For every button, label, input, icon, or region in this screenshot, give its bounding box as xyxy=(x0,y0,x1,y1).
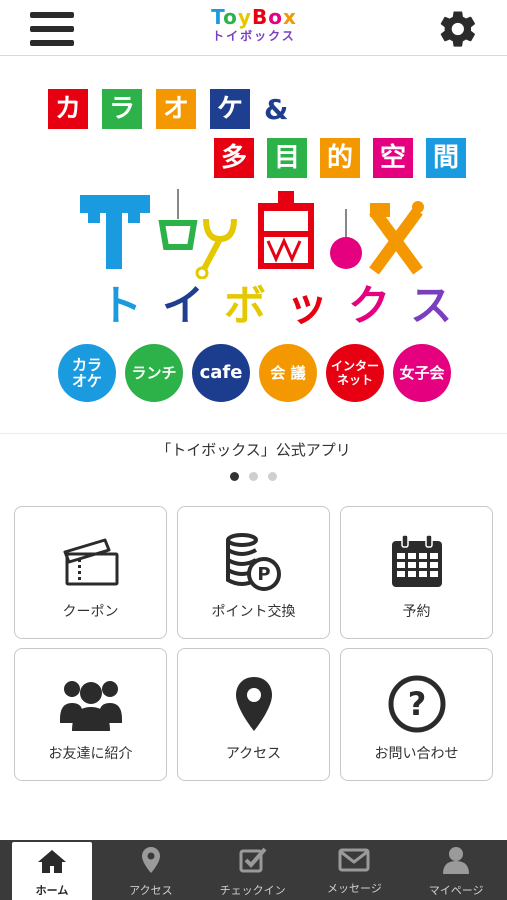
banner-kana-char: ト xyxy=(100,281,143,330)
feature-circle-lunch: ランチ xyxy=(125,344,183,402)
banner-kana-char: イ xyxy=(162,281,205,330)
feature-circle-label: cafe xyxy=(199,362,243,383)
hero-banner[interactable]: カ ラ オ ケ & 多 目 的 空 間 ト イ ボ ッ ク ス カラ オケ ラン… xyxy=(0,57,507,433)
feature-circle-girls: 女子会 xyxy=(393,344,451,402)
menu-grid: クーポン P ポイント交換 予約 お友達に紹介 アクセス ? お問い合わせ xyxy=(14,506,494,781)
svg-text:?: ? xyxy=(407,685,426,723)
banner-row-karaoke: カ ラ オ ケ & xyxy=(48,89,300,129)
menu-icon[interactable] xyxy=(30,12,74,46)
app-header: ToyBox トイボックス xyxy=(0,0,507,56)
menu-contact-label: お問い合わせ xyxy=(374,746,459,762)
svg-text:P: P xyxy=(257,564,270,585)
logo-letter: x xyxy=(282,5,297,29)
banner-kana: ト イ ボ ッ ク ス xyxy=(100,282,452,330)
banner-ampersand: & xyxy=(264,92,289,126)
banner-tile: 間 xyxy=(426,138,466,178)
menu-reservation-label: 予約 xyxy=(402,604,431,620)
menu-refer-friend-label: お友達に紹介 xyxy=(48,746,133,762)
banner-kana-char: ク xyxy=(348,281,391,330)
feature-circle-meeting: 会 議 xyxy=(259,344,317,402)
feature-circle-karaoke: カラ オケ xyxy=(58,344,116,402)
banner-feature-circles: カラ オケ ランチ cafe 会 議 インター ネット 女子会 xyxy=(58,344,451,402)
mail-icon xyxy=(338,848,370,872)
logo-letter: o xyxy=(268,5,283,29)
feature-circle-label: インター ネット xyxy=(330,359,379,387)
carousel-dot[interactable] xyxy=(230,472,239,481)
menu-coupon-label: クーポン xyxy=(62,604,119,620)
header-logo: ToyBox トイボックス xyxy=(202,6,306,50)
carousel-dot[interactable] xyxy=(249,472,258,481)
header-logo-kana: トイボックス xyxy=(212,29,296,43)
ticket-icon xyxy=(63,538,118,586)
feature-circle-label: 女子会 xyxy=(399,364,445,382)
feature-circle-label: 会 議 xyxy=(270,364,306,382)
map-pin-icon xyxy=(141,847,160,873)
tab-mypage[interactable]: マイページ xyxy=(405,840,507,900)
menu-reservation-button[interactable]: 予約 xyxy=(340,506,493,639)
tab-mypage-label: マイページ xyxy=(428,884,484,897)
feature-circle-label: ランチ xyxy=(131,364,177,382)
calendar-icon xyxy=(391,534,442,587)
toybox-logo xyxy=(80,189,424,279)
question-icon: ? xyxy=(388,675,445,733)
menu-access-button[interactable]: アクセス xyxy=(177,648,330,781)
banner-kana-char: ボ xyxy=(224,281,267,330)
feature-circle-cafe: cafe xyxy=(192,344,250,402)
map-pin-icon xyxy=(235,677,272,731)
tab-access-label: アクセス xyxy=(129,884,173,897)
banner-tile: ラ xyxy=(102,89,142,129)
banner-kana-char: ス xyxy=(410,281,453,330)
banner-caption-area: 「トイボックス」公式アプリ xyxy=(0,433,507,493)
menu-contact-button[interactable]: ? お問い合わせ xyxy=(340,648,493,781)
tab-home[interactable]: ホーム xyxy=(12,842,92,900)
banner-tile: 空 xyxy=(373,138,413,178)
person-icon xyxy=(443,847,470,874)
banner-tile: 多 xyxy=(214,138,254,178)
logo-letter: o xyxy=(223,5,238,29)
logo-letter: B xyxy=(251,5,269,29)
menu-points-button[interactable]: P ポイント交換 xyxy=(177,506,330,639)
carousel-dots xyxy=(0,472,507,481)
banner-row-space: 多 目 的 空 間 xyxy=(214,138,466,178)
coins-icon: P xyxy=(225,533,281,591)
tab-checkin-label: チェックイン xyxy=(219,884,286,897)
home-icon xyxy=(38,850,66,873)
menu-points-label: ポイント交換 xyxy=(211,604,296,620)
menu-access-label: アクセス xyxy=(225,746,282,762)
users-icon xyxy=(59,681,122,731)
tab-messages-label: メッセージ xyxy=(326,882,382,895)
bottom-tab-bar: ホーム アクセス チェックイン メッセージ マイページ xyxy=(0,840,507,900)
feature-circle-internet: インター ネット xyxy=(326,344,384,402)
tab-access[interactable]: アクセス xyxy=(100,840,202,900)
menu-coupon-button[interactable]: クーポン xyxy=(14,506,167,639)
banner-tile: ケ xyxy=(210,89,250,129)
gear-icon[interactable] xyxy=(437,8,479,50)
logo-letter: T xyxy=(211,5,224,29)
logo-letter: y xyxy=(237,5,252,29)
menu-refer-friend-button[interactable]: お友達に紹介 xyxy=(14,648,167,781)
banner-kana-char: ッ xyxy=(286,281,329,330)
banner-caption: 「トイボックス」公式アプリ xyxy=(156,441,351,459)
header-logo-text: ToyBox xyxy=(202,6,306,28)
banner-tile: 目 xyxy=(267,138,307,178)
banner-tile: カ xyxy=(48,89,88,129)
tab-checkin[interactable]: チェックイン xyxy=(202,840,304,900)
carousel-dot[interactable] xyxy=(268,472,277,481)
banner-tile: オ xyxy=(156,89,196,129)
feature-circle-label: カラ オケ xyxy=(71,356,102,390)
checkbox-icon xyxy=(239,847,267,873)
tab-home-label: ホーム xyxy=(35,884,69,897)
banner-tile: 的 xyxy=(320,138,360,178)
tab-messages[interactable]: メッセージ xyxy=(304,840,406,900)
